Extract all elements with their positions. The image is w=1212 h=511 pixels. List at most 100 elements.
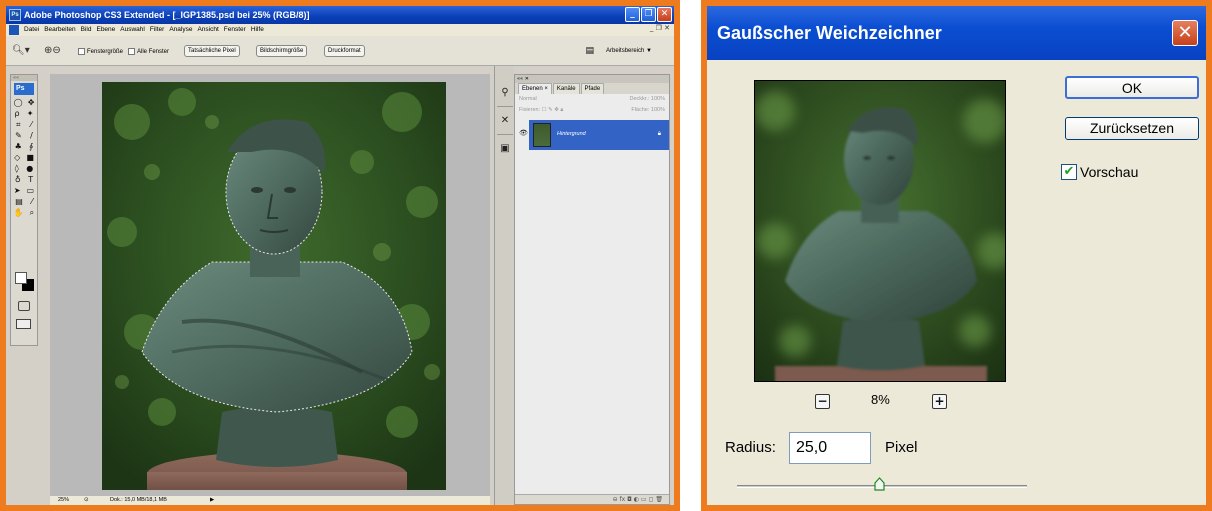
layer-row[interactable]: 👁︎ Hintergrund 🔒︎ [515,120,669,150]
menu-fenster[interactable]: Fenster [224,24,246,36]
hand-tool-icon[interactable]: ✋ [14,207,24,218]
layers-panel-grip[interactable]: «« ✕ [515,75,669,83]
menu-datei[interactable]: Datei [24,24,39,36]
toolbox-grip[interactable]: «« [11,75,37,81]
eraser-tool-icon[interactable]: ◇ [14,152,20,163]
photoshop-app-icon: Ps [9,9,21,21]
ok-button[interactable]: OK [1065,76,1199,99]
foreground-color-swatch[interactable] [15,272,27,284]
blend-mode-select[interactable]: Normal [519,96,537,102]
shape-tool-icon[interactable]: ▭ [26,185,34,196]
dock-separator [497,106,513,107]
restore-button[interactable]: ❐ [641,7,656,22]
fenstergroesse-checkbox[interactable]: Fenstergröße [78,48,123,55]
dialog-title: Gaußscher Weichzeichner [717,23,942,43]
layers-footer[interactable]: ⊖ fx ◘ ◐ ▭ ◻ 🗑 [515,494,669,504]
magic-wand-icon[interactable]: ✦ [27,108,34,119]
reset-button[interactable]: Zurücksetzen [1065,117,1199,140]
visibility-eye-icon[interactable]: 👁︎ [519,129,528,137]
status-arrow-icon[interactable]: ▶ [210,496,214,505]
tab-ebenen[interactable]: Ebenen × [518,83,552,94]
tab-pfade[interactable]: Pfade [580,83,605,94]
type-tool-icon[interactable]: T [28,174,33,185]
path-select-icon[interactable]: ➤ [14,185,21,196]
lock-icons[interactable]: ☐ ✎ ✥ 🔒︎ [542,107,564,113]
fill-label: Fläche: [631,107,650,113]
document-window-controls[interactable]: _ ❐ ✕ [650,24,670,32]
menu-hilfe[interactable]: Hilfe [251,24,264,36]
layers-footer-icons[interactable]: ⊖ fx ◘ ◐ ▭ ◻ 🗑 [613,495,663,504]
druckformat-button[interactable]: Druckformat [324,45,365,57]
screen-mode-icon[interactable] [16,319,31,329]
opacity-label: Deckkr.: [629,96,650,102]
brush-tool-icon[interactable]: / [30,130,33,141]
alle-fenster-checkbox[interactable]: Alle Fenster [128,48,169,55]
radius-input[interactable]: 25,0 [789,432,871,464]
image-canvas[interactable] [102,82,446,490]
blur-tool-icon[interactable]: ◊ [15,163,19,174]
dodge-tool-icon[interactable]: ● [26,163,33,174]
close-button[interactable]: ✕ [657,7,672,22]
zoom-tool-small-icon[interactable]: ⌕ [30,207,34,218]
menu-ebene[interactable]: Ebene [96,24,115,36]
zoom-tool-icon[interactable]: 🔍︎▾ [12,45,30,56]
history-brush-icon[interactable]: ∮ [29,141,33,152]
stamp-tool-icon[interactable]: ♣ [15,141,22,152]
tab-kanaele[interactable]: Kanäle [552,83,580,94]
toolbox: «« Ps ◯ ✥ ρ ✦ ⌗ ⁄ ✎ / ♣ ∮ ◇ ■ ◊ ● ♁ T ➤ ▭ ▤ ⁄ ✋ ⌕ [10,74,38,346]
options-bar: 🔍︎▾ ⊕⊖ Fenstergröße Alle Fenster Tatsäch… [6,36,674,66]
status-bar: 25% ⊙ Dok.: 15,0 MB/18,1 MB ▶ [50,496,490,505]
document-size: Dok.: 15,0 MB/18,1 MB [110,497,167,503]
radius-slider-thumb[interactable] [874,477,885,491]
bildschirmgroesse-button[interactable]: Bildschirmgröße [256,45,308,57]
healing-brush-icon[interactable]: ✎ [15,130,22,141]
document-area [50,74,490,496]
photoshop-titlebar: Ps Adobe Photoshop CS3 Extended - [_IGP1… [6,6,674,24]
statue-photo [102,82,446,490]
marquee-tool-icon[interactable]: ◯ [14,97,23,108]
slice-tool-icon[interactable]: ⁄ [31,119,32,130]
layer-lock-icon: 🔒︎ [657,130,661,137]
menu-bearbeiten[interactable]: Bearbeiten [44,24,75,36]
menu-ansicht[interactable]: Ansicht [197,24,218,36]
workspace-icon: ▤ [585,46,594,56]
zoom-level[interactable]: 25% [58,496,69,505]
status-icon: ⊙ [84,497,89,503]
tools-icon[interactable]: ✕ [498,114,512,128]
radius-unit: Pixel [885,439,918,456]
gradient-tool-icon[interactable]: ■ [26,152,34,163]
opacity-value[interactable]: 100% [651,96,665,102]
lasso-tool-icon[interactable]: ρ [15,108,20,119]
move-tool-icon[interactable]: ✥ [28,97,35,108]
blur-preview[interactable] [754,80,1006,382]
preview-zoom-level: 8% [871,392,890,407]
photoshop-window: Ps Adobe Photoshop CS3 Extended - [_IGP1… [6,6,674,505]
notes-tool-icon[interactable]: ▤ [15,196,23,207]
fix-label: Fixieren: [519,107,541,113]
tatsaechliche-pixel-button[interactable]: Tatsächliche Pixel [184,45,240,57]
blurred-statue-preview [755,81,1005,381]
info-icon[interactable]: ▣ [498,142,512,156]
navigator-icon[interactable]: ⚲ [498,86,512,100]
dialog-close-button[interactable]: ✕ [1172,20,1198,46]
menu-filter[interactable]: Filter [150,24,164,36]
photoshop-screenshot-frame: Ps Adobe Photoshop CS3 Extended - [_IGP1… [0,0,680,511]
color-swatches[interactable] [14,271,36,293]
preview-label: Vorschau [1080,164,1139,180]
arbeitsbereich-menu[interactable]: Arbeitsbereich ▼ [606,48,652,54]
menu-analyse[interactable]: Analyse [169,24,192,36]
minimize-button[interactable]: _ [625,7,640,22]
preview-checkbox[interactable]: ✔ Vorschau [1061,164,1138,180]
crop-tool-icon[interactable]: ⌗ [16,119,21,130]
eyedropper-icon[interactable]: ⁄ [31,196,32,207]
zoom-in-button[interactable]: + [932,394,947,409]
menu-bild[interactable]: Bild [81,24,92,36]
fill-value[interactable]: 100% [651,107,665,113]
radius-label: Radius: [725,439,776,456]
pen-tool-icon[interactable]: ♁ [15,174,21,185]
zoom-out-button[interactable]: − [815,394,830,409]
zoom-in-out-icon[interactable]: ⊕⊖ [44,45,61,56]
menu-auswahl[interactable]: Auswahl [120,24,145,36]
checkbox-checkmark-icon[interactable]: ✔ [1061,164,1077,180]
quick-mask-icon[interactable] [18,301,30,311]
